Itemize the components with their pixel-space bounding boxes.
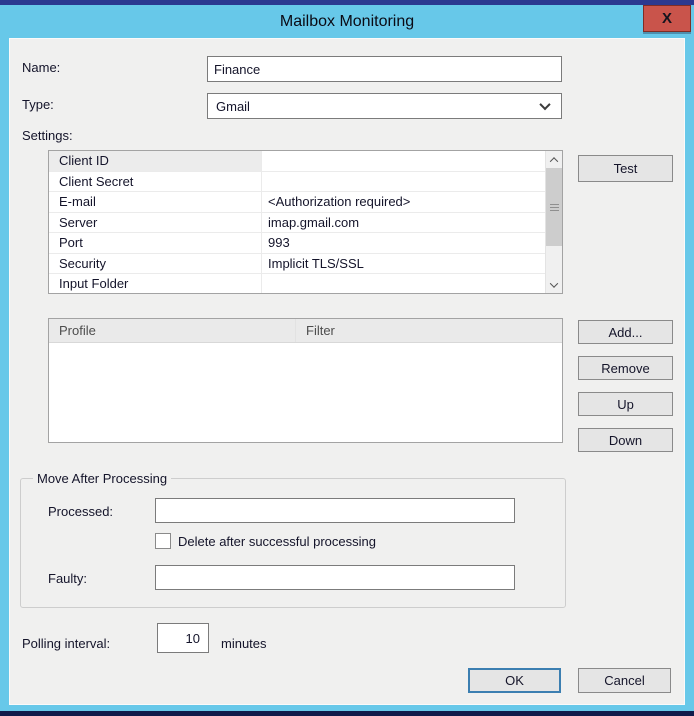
setting-key: Client Secret xyxy=(49,171,262,191)
profile-column-header[interactable]: Profile xyxy=(49,319,296,342)
type-selected-value: Gmail xyxy=(216,98,250,114)
setting-value: 993 xyxy=(268,235,290,251)
polling-interval-label: Polling interval: xyxy=(22,636,111,651)
type-select[interactable]: Gmail xyxy=(207,93,562,119)
add-button[interactable]: Add... xyxy=(578,320,673,344)
setting-key: Client ID xyxy=(49,151,262,171)
settings-row[interactable]: Server imap.gmail.com xyxy=(49,212,545,233)
polling-unit-label: minutes xyxy=(221,636,267,651)
setting-value: <Authorization required> xyxy=(268,194,411,210)
chevron-up-icon xyxy=(549,156,559,166)
up-button[interactable]: Up xyxy=(578,392,673,416)
close-icon: X xyxy=(661,10,672,27)
mailbox-monitoring-dialog: Mailbox Monitoring X Name: Type: Gmail S… xyxy=(0,0,694,716)
setting-value xyxy=(262,172,545,192)
setting-key: Security xyxy=(49,253,262,273)
name-label: Name: xyxy=(22,60,61,75)
window-bottom-border xyxy=(0,711,694,716)
dialog-body: Name: Type: Gmail Settings: Client IDCli… xyxy=(9,38,685,705)
polling-interval-input[interactable] xyxy=(157,623,209,653)
group-title: Move After Processing xyxy=(33,471,172,486)
down-button[interactable]: Down xyxy=(578,428,673,452)
settings-table: Client ID Client Secret E-mail <Authorizati… xyxy=(48,150,563,294)
settings-scrollbar[interactable] xyxy=(545,151,562,293)
faulty-label: Faulty: xyxy=(48,571,88,586)
close-button[interactable]: X xyxy=(643,5,691,32)
remove-button[interactable]: Remove xyxy=(578,356,673,380)
grip-icon xyxy=(549,206,559,208)
scrollbar-thumb[interactable] xyxy=(546,168,562,246)
delete-checkbox-label: Delete after successful processing xyxy=(178,534,376,549)
settings-row[interactable]: Security Implicit TLS/SSL xyxy=(49,253,545,274)
chevron-down-icon xyxy=(549,278,559,288)
ok-button[interactable]: OK xyxy=(468,668,561,693)
setting-key: E-mail xyxy=(49,192,262,212)
profiles-header: Profile Filter xyxy=(49,319,562,343)
profiles-table: Profile Filter xyxy=(48,318,563,443)
cancel-button[interactable]: Cancel xyxy=(578,668,671,693)
chevron-down-icon xyxy=(539,98,551,111)
type-label: Type: xyxy=(22,97,54,112)
settings-rows: Client ID Client Secret E-mail <Authorizati… xyxy=(49,151,545,293)
profiles-body[interactable] xyxy=(49,343,562,442)
settings-row[interactable]: Client Secret xyxy=(49,171,545,192)
test-button[interactable]: Test xyxy=(578,155,673,182)
processed-label: Processed: xyxy=(48,504,114,519)
scroll-up-button[interactable] xyxy=(546,151,562,168)
setting-value xyxy=(262,151,545,171)
setting-key: Server xyxy=(49,212,262,232)
scroll-down-button[interactable] xyxy=(546,276,562,293)
setting-value xyxy=(262,274,545,293)
settings-row[interactable]: Client ID xyxy=(49,151,545,172)
window-title: Mailbox Monitoring xyxy=(279,12,415,30)
faulty-input[interactable] xyxy=(155,565,515,590)
settings-label: Settings: xyxy=(22,128,73,143)
setting-value: Implicit TLS/SSL xyxy=(268,255,364,271)
settings-row[interactable]: E-mail <Authorization required> xyxy=(49,192,545,213)
settings-row[interactable]: Port 993 xyxy=(49,233,545,254)
titlebar[interactable]: Mailbox Monitoring xyxy=(0,5,694,38)
delete-checkbox[interactable] xyxy=(155,533,171,549)
setting-key: Input Folder xyxy=(49,274,262,293)
filter-column-header[interactable]: Filter xyxy=(296,319,562,342)
processed-input[interactable] xyxy=(155,498,515,523)
setting-value: imap.gmail.com xyxy=(268,214,360,230)
setting-key: Port xyxy=(49,233,262,253)
settings-row[interactable]: Input Folder xyxy=(49,274,545,293)
name-input[interactable] xyxy=(207,56,562,82)
